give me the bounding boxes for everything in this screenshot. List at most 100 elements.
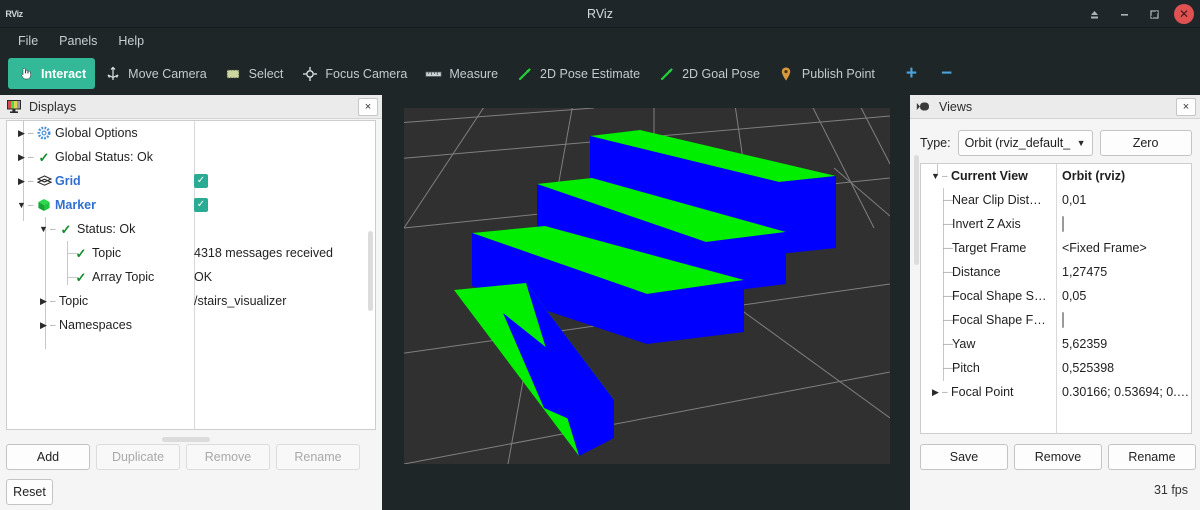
tree-connector: — xyxy=(943,218,953,230)
displays-tree[interactable]: ▶ – Global Options ▶ – ✓ Global Status: … xyxy=(6,120,376,430)
tree-connector: – xyxy=(50,295,56,307)
views-tree[interactable]: ▼ – Current View Orbit (rviz) — Near Cli… xyxy=(920,163,1192,434)
rename-display-button[interactable]: Rename xyxy=(276,444,360,470)
tool-2d-goal-pose[interactable]: 2D Goal Pose xyxy=(649,58,769,89)
tool-move-camera-label: Move Camera xyxy=(128,66,207,81)
displays-buttons: Add Duplicate Remove Rename xyxy=(6,444,360,470)
tree-row-marker-array-topic-status[interactable]: ✓ Array Topic OK xyxy=(7,265,375,289)
expand-arrow-icon[interactable]: ▶ xyxy=(37,320,50,331)
tool-move-camera[interactable]: Move Camera xyxy=(95,58,216,89)
views-row-invert-z-axis[interactable]: — Invert Z Axis xyxy=(921,212,1191,236)
remove-display-button[interactable]: Remove xyxy=(186,444,270,470)
tree-value: 0.30166; 0.53694; 0.… xyxy=(1062,385,1190,399)
menu-help[interactable]: Help xyxy=(109,31,153,51)
tree-row-topic[interactable]: ▶ – Topic /stairs_visualizer xyxy=(7,289,375,313)
fps-status: 31 fps xyxy=(1153,483,1188,497)
tool-2d-pose-estimate[interactable]: 2D Pose Estimate xyxy=(507,58,649,89)
views-row-focal-point[interactable]: ▶ – Focal Point 0.30166; 0.53694; 0.… xyxy=(921,380,1191,404)
tool-interact[interactable]: Interact xyxy=(8,58,96,89)
tree-connector: — xyxy=(943,242,953,254)
tree-row-namespaces[interactable]: ▶ – Namespaces xyxy=(7,313,375,337)
views-row-near-clip-distance[interactable]: — Near Clip Dist… 0,01 xyxy=(921,188,1191,212)
expand-arrow-icon[interactable]: ▶ xyxy=(37,296,50,307)
expand-arrow-icon[interactable]: ▶ xyxy=(929,387,942,398)
tree-label: Current View xyxy=(951,169,1028,183)
select-rectangle-icon xyxy=(225,65,242,82)
render-viewport[interactable] xyxy=(404,108,890,464)
tree-connector: – xyxy=(50,223,56,235)
monitor-color-bars-icon xyxy=(6,99,23,114)
tool-interact-label: Interact xyxy=(41,66,87,81)
views-row-pitch[interactable]: — Pitch 0,525398 xyxy=(921,356,1191,380)
views-buttons: Save Remove Rename xyxy=(920,444,1196,470)
views-row-focal-shape-size[interactable]: — Focal Shape S… 0,05 xyxy=(921,284,1191,308)
focal-shape-fixed-checkbox[interactable] xyxy=(1062,312,1064,328)
views-panel-scrollbar[interactable] xyxy=(914,155,919,265)
views-row-current-view[interactable]: ▼ – Current View Orbit (rviz) xyxy=(921,164,1191,188)
expand-arrow-icon[interactable]: ▶ xyxy=(15,176,28,187)
tree-row-global-status[interactable]: ▶ – ✓ Global Status: Ok xyxy=(7,145,375,169)
tree-connector: — xyxy=(943,266,953,278)
tree-label: Namespaces xyxy=(59,318,132,332)
menu-panels[interactable]: Panels xyxy=(50,31,106,51)
add-tool-button[interactable]: + xyxy=(894,64,929,83)
save-view-button[interactable]: Save xyxy=(920,444,1008,470)
tool-publish-point[interactable]: Publish Point xyxy=(769,58,884,89)
views-row-focal-shape-fixed[interactable]: — Focal Shape F… xyxy=(921,308,1191,332)
duplicate-display-button[interactable]: Duplicate xyxy=(96,444,180,470)
tree-row-marker-topic-status[interactable]: ✓ Topic 4318 messages received xyxy=(7,241,375,265)
add-display-button[interactable]: Add xyxy=(6,444,90,470)
expand-arrow-icon[interactable]: ▶ xyxy=(15,152,28,163)
minimize-icon[interactable] xyxy=(1109,0,1139,28)
remove-view-button[interactable]: Remove xyxy=(1014,444,1102,470)
grid-enabled-checkbox[interactable]: ✓ xyxy=(194,174,208,188)
tree-value: 1,27475 xyxy=(1062,265,1108,279)
views-panel-close-button[interactable]: × xyxy=(1176,97,1196,116)
views-row-yaw[interactable]: — Yaw 5,62359 xyxy=(921,332,1191,356)
tree-row-grid[interactable]: ▶ – Grid ✓ xyxy=(7,169,375,193)
displays-tree-scrollbar[interactable] xyxy=(368,231,373,311)
tool-focus-camera[interactable]: Focus Camera xyxy=(292,58,416,89)
tree-row-marker[interactable]: ▼ – Marker ✓ xyxy=(7,193,375,217)
rename-view-button[interactable]: Rename xyxy=(1108,444,1196,470)
view-type-select[interactable]: Orbit (rviz_default_ ▼ xyxy=(957,130,1093,156)
check-icon: ✓ xyxy=(75,269,87,285)
menu-file[interactable]: File xyxy=(9,31,47,51)
tree-row-marker-status[interactable]: ▼ – ✓ Status: Ok xyxy=(7,217,375,241)
rviz-window: RViz RViz ✕ File Panels Help Interact Mo… xyxy=(0,0,1200,510)
maximize-icon[interactable] xyxy=(1139,0,1169,28)
displays-panel-header: Displays × xyxy=(0,95,382,119)
zero-button[interactable]: Zero xyxy=(1099,130,1192,156)
views-row-target-frame[interactable]: — Target Frame <Fixed Frame> xyxy=(921,236,1191,260)
displays-panel-title: Displays xyxy=(29,99,77,114)
tree-row-global-options[interactable]: ▶ – Global Options xyxy=(7,121,375,145)
grid-icon xyxy=(35,175,53,187)
invert-z-axis-checkbox[interactable] xyxy=(1062,216,1064,232)
chevron-down-icon: ▼ xyxy=(1076,138,1086,148)
close-icon[interactable]: ✕ xyxy=(1174,4,1194,24)
displays-panel-close-button[interactable]: × xyxy=(358,97,378,116)
collapse-arrow-icon[interactable]: ▼ xyxy=(929,171,942,181)
tool-select-label: Select xyxy=(248,66,284,81)
tree-connector: — xyxy=(943,362,953,374)
collapse-arrow-icon[interactable]: ▼ xyxy=(37,224,50,234)
displays-horizontal-scrollbar[interactable] xyxy=(162,437,210,442)
tree-connector: — xyxy=(943,290,953,302)
tree-value: Orbit (rviz) xyxy=(1062,169,1126,183)
marker-enabled-checkbox[interactable]: ✓ xyxy=(194,198,208,212)
title-bar: RViz RViz ✕ xyxy=(0,0,1200,28)
views-row-distance[interactable]: — Distance 1,27475 xyxy=(921,260,1191,284)
tool-2d-pose-estimate-label: 2D Pose Estimate xyxy=(540,66,641,81)
collapse-arrow-icon[interactable]: ▼ xyxy=(15,200,28,210)
tree-value: 0,525398 xyxy=(1062,361,1115,375)
tree-value: 5,62359 xyxy=(1062,337,1108,351)
tree-connector: – xyxy=(28,151,34,163)
remove-tool-button[interactable]: − xyxy=(929,64,964,83)
shade-icon[interactable] xyxy=(1079,0,1109,28)
reset-button[interactable]: Reset xyxy=(6,479,53,505)
pose-arrow-icon xyxy=(516,65,533,82)
move-camera-icon xyxy=(104,65,121,82)
tool-select[interactable]: Select xyxy=(216,58,293,89)
expand-arrow-icon[interactable]: ▶ xyxy=(15,128,28,139)
tool-measure[interactable]: Measure xyxy=(416,58,507,89)
